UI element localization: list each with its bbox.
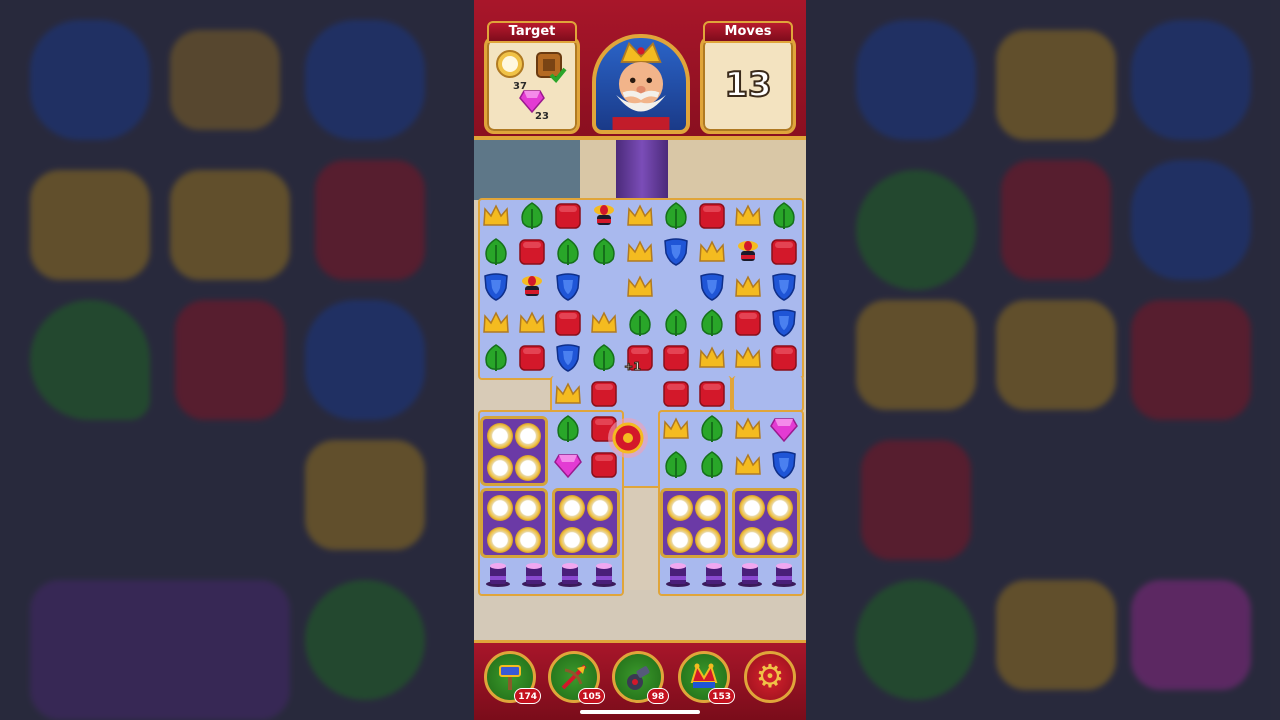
game-screen: Target 37 23 Moves 13 +1 174 105 98 153 … [474,0,806,720]
booster-count: 98 [647,688,669,704]
target-label: Target [487,21,577,43]
leaf-tile[interactable] [697,450,727,480]
cube-tile[interactable] [697,379,727,409]
gem-count: 23 [535,111,549,122]
cube-tile[interactable] [517,237,547,267]
cube-tile[interactable] [697,201,727,231]
crown-tile[interactable] [625,201,655,231]
cube-tile[interactable] [589,379,619,409]
bonus-popup: +1 [624,360,642,374]
crown-tile[interactable] [625,272,655,302]
crown-tile[interactable] [481,201,511,231]
crown-tile[interactable] [697,343,727,373]
magic-hat [700,560,728,588]
magic-hat [736,560,764,588]
leaf-tile[interactable] [625,308,655,338]
crown-tile[interactable] [661,414,691,444]
crown-tile[interactable] [553,379,583,409]
shield-tile[interactable] [553,343,583,373]
magic-hat [520,560,548,588]
shield-tile[interactable] [481,272,511,302]
crown-tile[interactable] [733,414,763,444]
cannon-booster[interactable]: 98 [612,651,669,704]
leaf-tile[interactable] [553,237,583,267]
background-right [806,0,1280,720]
booster-count: 105 [578,688,605,704]
leaf-tile[interactable] [661,201,691,231]
cube-tile[interactable] [769,343,799,373]
leaf-tile[interactable] [661,450,691,480]
leaf-tile[interactable] [661,308,691,338]
jester-booster[interactable]: 153 [678,651,735,704]
shield-tile[interactable] [553,272,583,302]
crown-tile[interactable] [517,308,547,338]
target-panel: Target 37 23 [484,21,580,134]
plate-crate [732,488,800,558]
crown-tile[interactable] [697,237,727,267]
crown-tile[interactable] [481,308,511,338]
crown-tile[interactable] [733,272,763,302]
gem-tile[interactable] [553,450,583,480]
gem-icon [519,89,545,114]
check-icon [549,67,567,83]
booster-bar: 174 105 98 153 ⚙ [474,640,806,720]
booster-count: 153 [708,688,735,704]
magic-hat [590,560,618,588]
propeller-booster-active[interactable] [606,416,650,460]
arrow-booster[interactable]: 105 [548,651,605,704]
gem-tile[interactable] [769,414,799,444]
leaf-tile[interactable] [553,414,583,444]
crown-tile[interactable] [625,237,655,267]
crown-tile[interactable] [589,308,619,338]
background-left [0,0,474,720]
booster-count: 174 [514,688,541,704]
shield-tile[interactable] [769,272,799,302]
crown-tile[interactable] [733,201,763,231]
cube-tile[interactable] [661,379,691,409]
plate-crate [480,416,548,486]
board-area-ledge [732,376,804,412]
shield-tile[interactable] [769,450,799,480]
leaf-tile[interactable] [697,414,727,444]
leaf-tile[interactable] [589,343,619,373]
crown-tile[interactable] [733,450,763,480]
plate-crate [480,488,548,558]
shield-tile[interactable] [661,237,691,267]
plate-crate [660,488,728,558]
leaf-tile[interactable] [517,201,547,231]
leaf-tile[interactable] [481,343,511,373]
cube-tile[interactable] [661,343,691,373]
king-avatar [592,34,690,134]
game-board: +1 [478,198,804,596]
cube-tile[interactable] [733,308,763,338]
propeller-tile[interactable] [517,272,547,302]
cube-tile[interactable] [553,308,583,338]
moves-label: Moves [703,21,793,43]
magic-hat [770,560,798,588]
magic-hat [664,560,692,588]
magic-hat [556,560,584,588]
shield-tile[interactable] [769,308,799,338]
hammer-booster[interactable]: 174 [484,651,541,704]
plate-icon [495,49,525,79]
leaf-tile[interactable] [589,237,619,267]
cube-tile[interactable] [769,237,799,267]
plate-crate [552,488,620,558]
magic-hat [484,560,512,588]
leaf-tile[interactable] [481,237,511,267]
settings-gear-icon[interactable]: ⚙ [744,651,796,703]
moves-panel: Moves 13 [700,21,796,134]
cube-tile[interactable] [517,343,547,373]
shield-tile[interactable] [697,272,727,302]
purple-pillar [616,140,668,200]
propeller-tile[interactable] [589,201,619,231]
propeller-tile[interactable] [733,237,763,267]
leaf-tile[interactable] [769,201,799,231]
top-bar: Target 37 23 Moves 13 [474,0,806,140]
cube-tile[interactable] [553,201,583,231]
home-indicator[interactable] [580,710,700,714]
leaf-tile[interactable] [697,308,727,338]
moves-counter: 13 [723,64,772,106]
crown-tile[interactable] [733,343,763,373]
